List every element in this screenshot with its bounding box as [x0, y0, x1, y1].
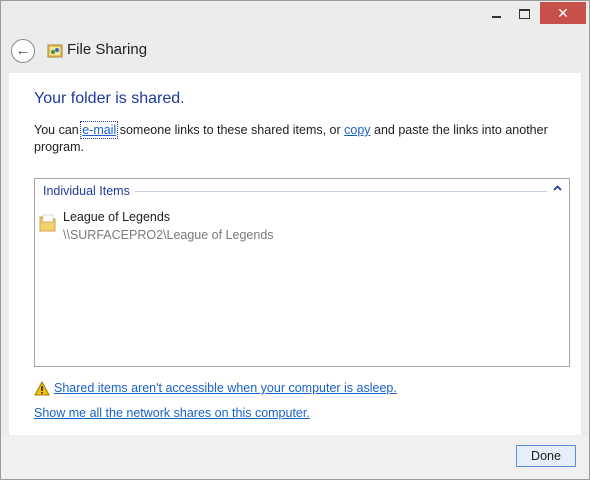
sleep-warning-row: Shared items aren't accessible when your…: [34, 379, 397, 397]
item-name: League of Legends: [63, 210, 171, 224]
list-item[interactable]: League of Legends \\SURFACEPRO2\League o…: [39, 207, 439, 243]
close-icon: ✕: [557, 5, 569, 21]
collapse-chevron-icon[interactable]: [551, 182, 563, 194]
page-heading: Your folder is shared.: [34, 90, 185, 107]
back-arrow-icon: ←: [15, 42, 31, 59]
minimize-icon: [491, 16, 501, 18]
shared-items-list[interactable]: Individual Items League of Legends \\SUR…: [34, 178, 570, 367]
file-sharing-window: ✕ ← File Sharing Your folder is shared. …: [0, 0, 590, 480]
description-text: You can e-mail someone links to these sh…: [34, 121, 554, 156]
minimize-button[interactable]: [483, 1, 509, 27]
group-label: Individual Items: [43, 184, 130, 198]
maximize-icon: [518, 9, 530, 19]
close-button[interactable]: ✕: [540, 2, 586, 24]
copy-link[interactable]: copy: [344, 123, 370, 137]
back-button[interactable]: ←: [11, 39, 35, 63]
nav-header: ← File Sharing: [1, 31, 589, 73]
description-prefix: You can: [34, 123, 83, 137]
warning-icon: [34, 380, 50, 395]
footer-bar: [1, 435, 589, 479]
email-link[interactable]: e-mail: [80, 121, 119, 139]
group-header[interactable]: Individual Items: [43, 183, 130, 199]
description-middle: someone links to these shared items, or: [116, 123, 345, 137]
done-button[interactable]: Done: [516, 445, 576, 467]
sleep-warning-link[interactable]: Shared items aren't accessible when your…: [54, 381, 397, 395]
network-shares-link[interactable]: Show me all the network shares on this c…: [34, 406, 310, 420]
content-panel: Your folder is shared. You can e-mail so…: [9, 73, 581, 435]
file-sharing-icon: [47, 44, 63, 58]
folder-icon: [39, 214, 56, 232]
group-divider: [135, 191, 547, 192]
window-title: File Sharing: [67, 41, 148, 58]
item-path: \\SURFACEPRO2\League of Legends: [63, 228, 274, 242]
maximize-button[interactable]: [511, 1, 537, 27]
title-bar: ✕: [1, 1, 589, 31]
